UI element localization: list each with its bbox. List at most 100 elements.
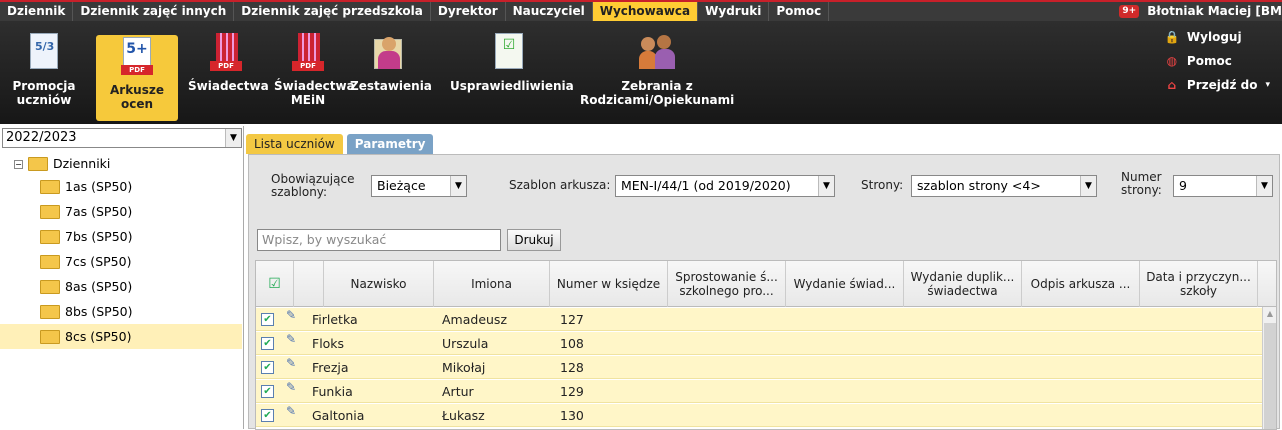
chevron-down-icon[interactable]: ▼ [1080,176,1096,196]
row-checkbox[interactable]: ✔ [261,409,274,422]
lock-icon: 🔒 [1164,30,1180,44]
col-correction[interactable]: Sprostowanie ś... szkolnego pro... [668,261,786,307]
notification-badge[interactable]: 9+ [1119,5,1140,18]
col-surname[interactable]: Nazwisko [324,261,434,307]
parents-meeting-icon [639,33,675,73]
search-input[interactable]: Wpisz, by wyszukać [257,229,501,251]
promotion-button[interactable]: 5/3 Promocja uczniów [6,33,82,107]
chevron-down-icon[interactable]: ▼ [225,129,241,147]
pages-select[interactable]: szablon strony <4> ▼ [911,175,1097,197]
table-scrollbar[interactable]: ▲ [1262,307,1276,429]
col-names[interactable]: Imiona [434,261,550,307]
certificates-mein-label: Świadectwa MEiN [274,79,355,107]
scroll-thumb[interactable] [1264,323,1276,429]
table-row[interactable]: ✔ ✎ Funkia Artur 129 [256,380,1263,403]
reports-button[interactable]: Zestawienia [350,33,432,93]
collapse-icon[interactable]: − [14,159,23,169]
parents-meeting-label: Zebrania z Rodzicami/Opiekunami [580,79,735,107]
grades-pdf-icon: 5+ PDF [119,37,155,77]
tree-item-class[interactable]: 8as (SP50) [0,274,242,299]
pencil-icon[interactable]: ✎ [286,308,296,322]
certificates-button[interactable]: PDF Świadectwa [188,33,269,93]
print-button[interactable]: Drukuj [507,229,561,251]
row-checkbox[interactable]: ✔ [261,337,274,350]
menu-dziennik-przedszkola[interactable]: Dziennik zajęć przedszkola [234,2,431,21]
row-checkbox[interactable]: ✔ [261,313,274,326]
help-link[interactable]: ◍ Pomoc [1165,49,1270,73]
pencil-icon[interactable]: ✎ [286,380,296,394]
promotion-sheet-icon: 5/3 [26,33,62,73]
col-certificate-issue[interactable]: Wydanie świad... [786,261,904,307]
excuses-label: Usprawiedliwienia [450,79,574,93]
excuses-button[interactable]: ☑ Usprawiedliwienia [450,33,574,93]
certificates-label: Świadectwa [188,79,269,93]
col-duplicate[interactable]: Wydanie duplik... świadectwa [904,261,1022,307]
menu-pomoc[interactable]: Pomoc [769,2,830,21]
menu-nauczyciel[interactable]: Nauczyciel [506,2,593,21]
tree-root-dzienniki[interactable]: − Dzienniki [0,154,242,174]
row-checkbox[interactable]: ✔ [261,385,274,398]
chevron-down-icon[interactable]: ▼ [1256,176,1272,196]
filters-row: Obowiązujące szablony: Bieżące ▼ Szablon … [249,155,1281,221]
tree-item-class[interactable]: 1as (SP50) [0,174,242,199]
row-checkbox[interactable]: ✔ [261,361,274,374]
select-all-checkbox-icon[interactable]: ☑ [256,261,294,307]
right-links: 🔒 Wyloguj ◍ Pomoc ⌂ Przejdź do ▾ [1165,25,1270,97]
col-date-reason[interactable]: Data i przyczyn... szkoły [1140,261,1258,307]
user-area: 9+ Błotniak Maciej [BM [1119,2,1282,21]
tree-item-class[interactable]: 7bs (SP50) [0,224,242,249]
logout-link[interactable]: 🔒 Wyloguj [1165,25,1270,49]
reports-label: Zestawienia [350,79,432,93]
pencil-icon[interactable]: ✎ [286,332,296,346]
main-area: Lista uczniów Parametry Obowiązujące sza… [246,126,1282,430]
table-row[interactable]: ✔ ✎ Galtonia Łukasz 130 [256,404,1263,427]
edit-column-header [294,261,324,307]
folder-icon [40,304,60,319]
chevron-down-icon[interactable]: ▼ [450,176,466,196]
tree-item-class[interactable]: 7cs (SP50) [0,249,242,274]
report-person-icon [370,33,406,73]
menu-dziennik-zajec-innych[interactable]: Dziennik zajęć innych [73,2,235,21]
tab-student-list[interactable]: Lista uczniów [246,134,343,154]
goto-link[interactable]: ⌂ Przejdź do ▾ [1165,73,1270,97]
table-header: ☑ Nazwisko Imiona Numer w księdze Sprost… [256,261,1276,307]
menu-dyrektor[interactable]: Dyrektor [431,2,506,21]
table-row[interactable]: ✔ ✎ Floks Urszula 108 [256,332,1263,355]
scroll-up-icon[interactable]: ▲ [1264,309,1276,319]
pencil-icon[interactable]: ✎ [286,356,296,370]
page-number-select[interactable]: 9 ▼ [1173,175,1273,197]
left-panel: 2022/2023 ▼ − Dzienniki 1as (SP50) 7as (… [0,126,244,429]
tab-parameters[interactable]: Parametry [346,134,434,154]
tree-item-class[interactable]: 8bs (SP50) [0,299,242,324]
folder-icon [40,254,60,269]
students-table: ☑ Nazwisko Imiona Numer w księdze Sprost… [255,260,1277,430]
folder-icon [40,204,60,219]
certificate-pdf-icon: PDF [208,33,244,73]
certificates-mein-button[interactable]: PDF Świadectwa MEiN [274,33,355,107]
col-sheet-copy[interactable]: Odpis arkusza ... [1022,261,1140,307]
menu-dziennik[interactable]: Dziennik [0,2,74,21]
pencil-icon[interactable]: ✎ [286,404,296,418]
page-number-label: Numer strony: [1121,170,1162,197]
folder-icon [40,229,60,244]
school-year-select[interactable]: 2022/2023 ▼ [2,128,242,148]
tree-item-class-selected[interactable]: 8cs (SP50) [0,324,242,349]
chevron-down-icon[interactable]: ▼ [818,176,834,196]
sheet-template-select[interactable]: MEN-I/44/1 (od 2019/2020) ▼ [615,175,835,197]
menu-wychowawca[interactable]: Wychowawca [592,2,699,21]
templates-select[interactable]: Bieżące ▼ [371,175,467,197]
home-icon: ⌂ [1167,78,1177,92]
certificate-mein-pdf-icon: PDF [290,33,326,73]
table-row[interactable]: ✔ ✎ Firletka Amadeusz 127 [256,308,1263,331]
folder-open-icon [28,157,48,171]
top-menu-bar: Dziennik Dziennik zajęć innych Dziennik … [0,0,1282,21]
chevron-down-icon: ▾ [1265,80,1270,90]
user-name[interactable]: Błotniak Maciej [BM [1147,2,1282,21]
search-row: Wpisz, by wyszukać Drukuj [249,227,1281,253]
grades-sheets-button[interactable]: 5+ PDF Arkusze ocen [96,35,178,121]
col-book-number[interactable]: Numer w księdze [550,261,668,307]
tree-item-class[interactable]: 7as (SP50) [0,199,242,224]
parents-meeting-button[interactable]: Zebrania z Rodzicami/Opiekunami [580,33,734,107]
menu-wydruki[interactable]: Wydruki [698,2,770,21]
table-row[interactable]: ✔ ✎ Frezja Mikołaj 128 [256,356,1263,379]
